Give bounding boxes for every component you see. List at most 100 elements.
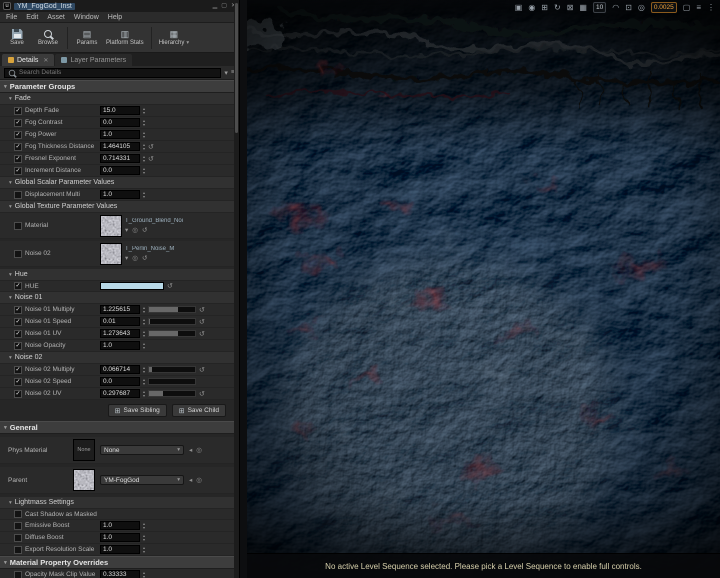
value-spinner[interactable]: ▴ ▾: [143, 155, 145, 162]
section-header-general[interactable]: ▾ General: [0, 421, 234, 434]
param-slider[interactable]: [148, 318, 197, 325]
menu-asset[interactable]: Asset: [47, 14, 65, 21]
override-checkbox[interactable]: [14, 221, 22, 230]
override-checkbox[interactable]: [14, 190, 22, 199]
value-field[interactable]: 0.0: [100, 377, 140, 386]
params-button[interactable]: ▤ Params: [75, 29, 99, 46]
rotate-icon[interactable]: ↻: [554, 2, 561, 14]
asset-dropdown[interactable]: None ▾: [100, 445, 184, 455]
section-header-global-texture-parameter-values[interactable]: ▾ Global Texture Parameter Values: [0, 201, 234, 213]
menu-edit[interactable]: Edit: [26, 14, 38, 21]
value-field[interactable]: 1.0: [100, 341, 140, 350]
value-field[interactable]: 1.0: [100, 190, 140, 199]
texture-thumbnail[interactable]: [73, 469, 95, 491]
override-checkbox[interactable]: ✓: [14, 341, 22, 350]
value-spinner[interactable]: ▴ ▾: [143, 143, 145, 150]
browse-icon[interactable]: ◎: [196, 476, 202, 484]
param-slider[interactable]: [148, 390, 197, 397]
override-checkbox[interactable]: [14, 570, 22, 578]
menu-window[interactable]: Window: [74, 14, 99, 21]
reset-to-default-icon[interactable]: ↺: [142, 254, 147, 262]
color-swatch[interactable]: [100, 282, 164, 290]
value-spinner[interactable]: ▴ ▾: [143, 167, 145, 174]
override-checkbox[interactable]: [14, 249, 22, 258]
window-titlebar[interactable]: u YM_FogGod_Inst ▁ ▢ ✕: [0, 0, 239, 12]
override-checkbox[interactable]: [14, 545, 22, 554]
texture-thumbnail[interactable]: [100, 214, 122, 237]
value-spinner[interactable]: ▴ ▾: [143, 342, 145, 349]
grid-snap-icon[interactable]: ▦: [579, 2, 587, 14]
value-spinner[interactable]: ▴ ▾: [143, 119, 145, 126]
value-spinner[interactable]: ▴ ▾: [143, 330, 145, 337]
menu-help[interactable]: Help: [108, 14, 122, 21]
use-selected-icon[interactable]: ◂: [189, 446, 192, 454]
grid-snap-value[interactable]: 10: [592, 2, 607, 13]
browse-icon[interactable]: ◎: [132, 226, 138, 234]
value-spinner[interactable]: ▴ ▾: [143, 191, 145, 198]
value-spinner[interactable]: ▴ ▾: [143, 522, 145, 529]
value-field[interactable]: 1.273643: [100, 329, 140, 338]
value-spinner[interactable]: ▴ ▾: [143, 131, 145, 138]
override-checkbox[interactable]: ✓: [14, 142, 22, 151]
tab-details[interactable]: Details ✕: [2, 54, 55, 66]
camera-icon[interactable]: ◎: [638, 2, 645, 14]
value-field[interactable]: 1.0: [100, 545, 140, 554]
override-checkbox[interactable]: ✓: [14, 106, 22, 115]
section-header-noise-02[interactable]: ▾ Noise 02: [0, 352, 234, 364]
value-spinner[interactable]: ▴ ▾: [143, 534, 145, 541]
param-slider[interactable]: [148, 330, 197, 337]
override-checkbox[interactable]: ✓: [14, 377, 22, 386]
reset-to-default-icon[interactable]: ↺: [199, 318, 205, 326]
level-viewport[interactable]: ▣ ◉ ⊞ ↻ ⊠ ▦ 10 ◠ ⊡ ◎ 0.0025 ▢ ≡ ⋮ No active Level Seq…: [247, 0, 720, 578]
scrollbar-thumb[interactable]: [235, 3, 238, 133]
details-scrollbar[interactable]: [234, 0, 239, 578]
save-sibling-button[interactable]: ⊞ Save Sibling: [107, 404, 167, 417]
reset-to-default-icon[interactable]: ↺: [148, 155, 154, 163]
viewport-scene[interactable]: [247, 0, 720, 578]
section-header-noise-01[interactable]: ▾ Noise 01: [0, 292, 234, 304]
filter-icon[interactable]: ▾: [224, 69, 228, 77]
param-slider[interactable]: [148, 366, 197, 373]
camera-speed-value[interactable]: 0.0025: [650, 2, 677, 13]
reset-to-default-icon[interactable]: ↺: [142, 226, 147, 234]
value-field[interactable]: 1.225615: [100, 305, 140, 314]
override-checkbox[interactable]: ✓: [14, 118, 22, 127]
value-field[interactable]: 0.33333: [100, 570, 140, 578]
value-field[interactable]: 15.0: [100, 106, 140, 115]
value-field[interactable]: 0.01: [100, 317, 140, 326]
reset-to-default-icon[interactable]: ↺: [167, 282, 173, 290]
override-checkbox[interactable]: ✓: [14, 305, 22, 314]
chevron-down-icon[interactable]: ▾: [125, 254, 128, 262]
value-field[interactable]: 1.0: [100, 533, 140, 542]
value-spinner[interactable]: ▴ ▾: [143, 546, 145, 553]
search-input[interactable]: [19, 69, 219, 76]
override-checkbox[interactable]: [14, 510, 22, 518]
save-button[interactable]: Save: [5, 29, 29, 46]
maximize-icon[interactable]: ▢: [683, 2, 691, 14]
save-child-button[interactable]: ⊞ Save Child: [171, 404, 226, 417]
override-checkbox[interactable]: [14, 533, 22, 542]
value-spinner[interactable]: ▴ ▾: [143, 378, 145, 385]
value-spinner[interactable]: ▴ ▾: [143, 306, 145, 313]
hierarchy-button[interactable]: ▦ Hierarchy ▾: [159, 29, 189, 46]
override-checkbox[interactable]: ✓: [14, 317, 22, 326]
settings-icon[interactable]: ≡: [696, 2, 701, 14]
param-slider[interactable]: [148, 306, 197, 313]
override-checkbox[interactable]: ✓: [14, 130, 22, 139]
rotation-snap-icon[interactable]: ◠: [612, 2, 619, 14]
tab-layer-parameters[interactable]: Layer Parameters: [55, 54, 133, 66]
close-tab-icon[interactable]: ✕: [43, 57, 48, 64]
browse-button[interactable]: Browse: [36, 29, 60, 46]
minimize-icon[interactable]: ▁: [213, 3, 218, 9]
viewmode-icon[interactable]: ▣: [515, 2, 523, 14]
menu-file[interactable]: File: [6, 14, 17, 21]
override-checkbox[interactable]: ✓: [14, 389, 22, 398]
restore-icon[interactable]: ▢: [221, 3, 227, 9]
texture-thumbnail[interactable]: [100, 242, 122, 265]
override-checkbox[interactable]: ✓: [14, 365, 22, 374]
reset-to-default-icon[interactable]: ↺: [199, 306, 205, 314]
scale-icon[interactable]: ⊠: [567, 2, 574, 14]
browse-icon[interactable]: ◎: [196, 446, 202, 454]
browse-icon[interactable]: ◎: [132, 254, 138, 262]
value-field[interactable]: 0.714331: [100, 154, 140, 163]
